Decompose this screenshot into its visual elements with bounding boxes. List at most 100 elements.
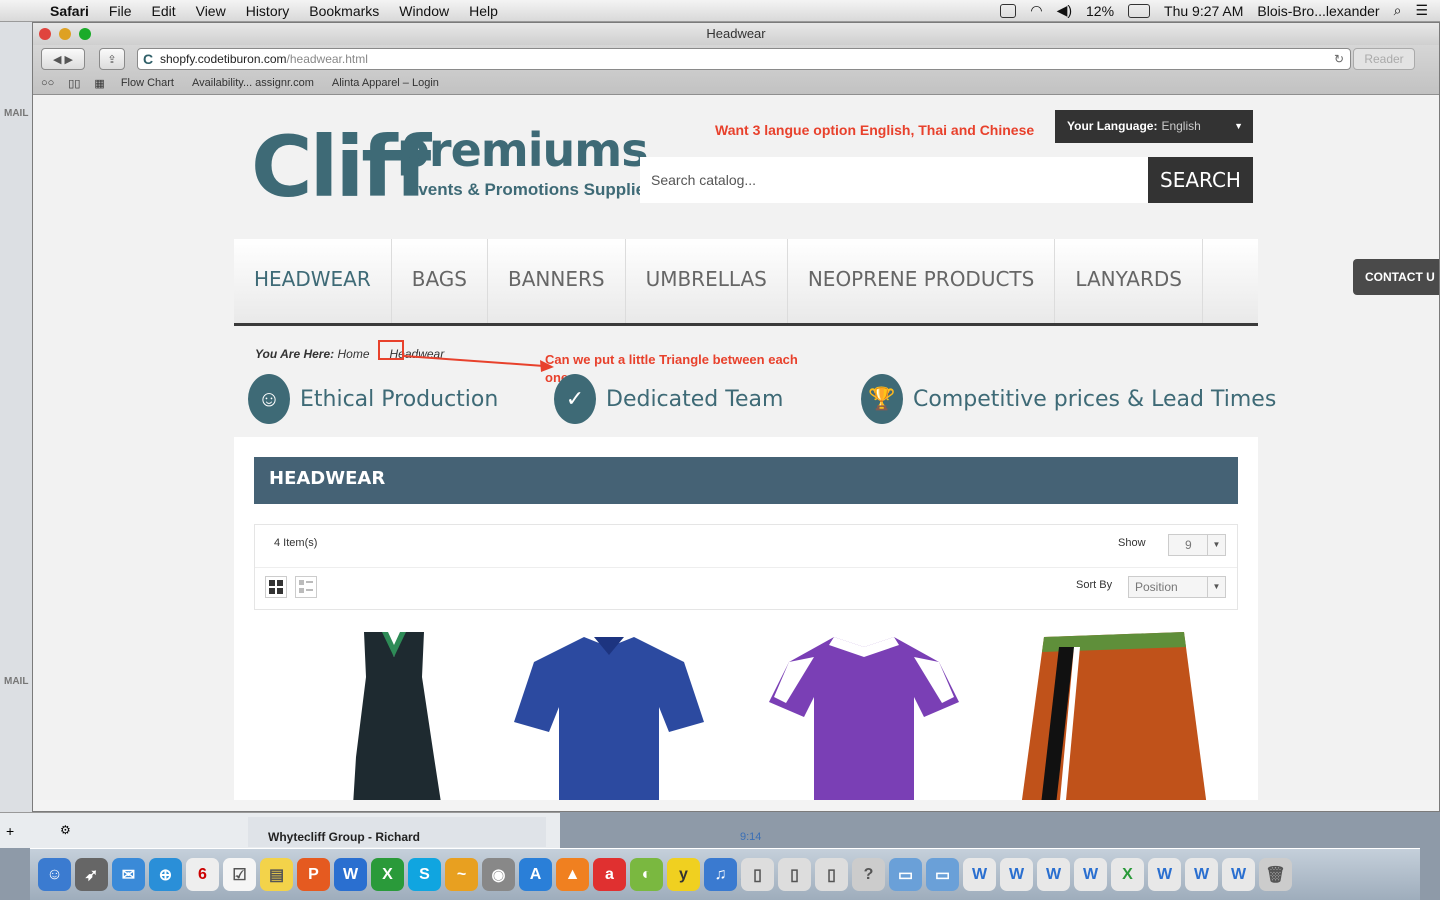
grid-view-icon[interactable]	[265, 576, 287, 598]
annotation-arrow	[404, 355, 554, 372]
sparkle-icon[interactable]: ~	[445, 858, 478, 891]
mail-window-strip: + ⚙ Whytecliff Group - Richard 9:14 AM	[0, 812, 761, 883]
bookmarks-bar: ○○ ▯▯ ▦ Flow Chart Availability... assig…	[33, 73, 1439, 93]
excel-icon[interactable]: X	[371, 858, 404, 891]
back-forward-button[interactable]: ◀ ▶	[41, 48, 85, 70]
product-dress-image[interactable]	[294, 627, 494, 800]
document-icon[interactable]: W	[1222, 858, 1255, 891]
itunes-icon[interactable]: ♫	[704, 858, 737, 891]
nav-lanyards[interactable]: LANYARDS	[1055, 239, 1203, 323]
mail-label-bottom: MAIL	[4, 676, 29, 687]
close-icon[interactable]	[39, 28, 51, 40]
menu-bar: Safari File Edit View History Bookmarks …	[0, 0, 1440, 22]
breadcrumb-home[interactable]: Home	[337, 347, 369, 361]
document-icon[interactable]: W	[963, 858, 996, 891]
trash-icon[interactable]: 🗑	[1259, 858, 1292, 891]
document-icon[interactable]: X	[1111, 858, 1144, 891]
powerpoint-icon[interactable]: P	[297, 858, 330, 891]
menu-file[interactable]: File	[99, 3, 142, 19]
language-selector[interactable]: Your Language: English ▼	[1055, 110, 1253, 143]
finder-icon[interactable]: ☺	[38, 858, 71, 891]
share-icon[interactable]: ⇪	[99, 48, 125, 70]
feature-ethical: ☺ Ethical Production	[248, 374, 498, 424]
address-bar[interactable]: C shopfy.codetiburon.com/headwear.html ↻	[137, 48, 1351, 70]
document-icon[interactable]: W	[1074, 858, 1107, 891]
mail-list-item[interactable]: Whytecliff Group - Richard 9:14 AM	[248, 817, 761, 883]
vlc-icon[interactable]: ▲	[556, 858, 589, 891]
search-button[interactable]: SEARCH	[1148, 157, 1253, 203]
bookmark-flow-chart[interactable]: Flow Chart	[119, 77, 176, 89]
reminders-icon[interactable]: ☑	[223, 858, 256, 891]
menu-view[interactable]: View	[186, 3, 236, 19]
list-icon[interactable]: ☰	[1415, 2, 1428, 19]
airtel-icon[interactable]: a	[593, 858, 626, 891]
app-store-icon[interactable]: A	[519, 858, 552, 891]
item-count: 4 Item(s)	[274, 537, 318, 549]
product-tee-image[interactable]	[764, 627, 964, 800]
nav-headwear[interactable]: HEADWEAR	[234, 239, 392, 323]
reload-icon[interactable]: ↻	[1334, 49, 1344, 69]
word-icon[interactable]: W	[334, 858, 367, 891]
spotlight-icon[interactable]: ⌕	[1394, 2, 1402, 19]
show-select[interactable]: 9 ▼	[1168, 534, 1226, 556]
favicon-icon: C	[143, 51, 154, 67]
stickies-icon[interactable]: ▤	[260, 858, 293, 891]
document-icon[interactable]: W	[1037, 858, 1070, 891]
nav-bags[interactable]: BAGS	[392, 239, 488, 323]
menu-history[interactable]: History	[236, 3, 300, 19]
product-skirt-image[interactable]	[1014, 627, 1214, 800]
site-logo[interactable]: Cliff premiums Events & Promotions Suppl…	[251, 124, 652, 210]
document-icon[interactable]: W	[1148, 858, 1181, 891]
preview-icon[interactable]: ◉	[482, 858, 515, 891]
bookmark-availability[interactable]: Availability... assignr.com	[190, 77, 316, 89]
pdf-file-icon[interactable]: ▯	[815, 858, 848, 891]
menu-app[interactable]: Safari	[40, 3, 99, 19]
main-nav: HEADWEAR BAGS BANNERS UMBRELLAS NEOPRENE…	[234, 239, 1258, 326]
clock[interactable]: Thu 9:27 AM	[1164, 3, 1243, 19]
sort-label: Sort By	[1076, 579, 1113, 591]
contact-tab[interactable]: CONTACT U	[1353, 259, 1439, 295]
url-host: shopfy.codetiburon.com	[160, 52, 287, 66]
launchpad-icon[interactable]: ➶	[75, 858, 108, 891]
volume-icon[interactable]: ◀)	[1057, 2, 1072, 19]
menu-window[interactable]: Window	[389, 3, 459, 19]
search-input[interactable]: Search catalog...	[640, 157, 1150, 203]
zoom-icon[interactable]	[79, 28, 91, 40]
safari-icon[interactable]: ⊕	[149, 858, 182, 891]
unknown-icon[interactable]: ?	[852, 858, 885, 891]
calendar-icon[interactable]: 6	[186, 858, 219, 891]
reading-list-icon[interactable]: ○○	[41, 77, 54, 89]
nav-umbrellas[interactable]: UMBRELLAS	[626, 239, 788, 323]
photo-icon[interactable]: ◐	[630, 858, 663, 891]
minimize-icon[interactable]	[59, 28, 71, 40]
folder-icon[interactable]: ▭	[926, 858, 959, 891]
menu-edit[interactable]: Edit	[141, 3, 185, 19]
reader-button[interactable]: Reader	[1353, 48, 1415, 70]
battery-icon[interactable]	[1128, 3, 1151, 18]
skype-icon[interactable]: S	[408, 858, 441, 891]
document-icon[interactable]: W	[1000, 858, 1033, 891]
status-icon[interactable]	[1000, 3, 1017, 18]
menu-help[interactable]: Help	[459, 3, 508, 19]
wifi-icon[interactable]: ◠	[1030, 2, 1042, 19]
top-sites-icon[interactable]: ▦	[94, 77, 104, 90]
document-icon[interactable]: W	[1185, 858, 1218, 891]
user-name[interactable]: Blois-Bro...lexander	[1257, 3, 1379, 19]
add-icon[interactable]: +	[6, 823, 14, 839]
menu-bookmarks[interactable]: Bookmarks	[299, 3, 389, 19]
bookmark-alinta[interactable]: Alinta Apparel – Login	[330, 77, 441, 89]
bookmarks-icon[interactable]: ▯▯	[68, 77, 80, 90]
optus-icon[interactable]: y	[667, 858, 700, 891]
breadcrumb-label: You Are Here:	[255, 347, 335, 361]
sort-select[interactable]: Position ▼	[1128, 576, 1226, 598]
gear-icon[interactable]: ⚙	[60, 823, 71, 837]
png-file-icon[interactable]: ▯	[778, 858, 811, 891]
xls-file-icon[interactable]: ▯	[741, 858, 774, 891]
nav-banners[interactable]: BANNERS	[488, 239, 626, 323]
list-view-icon[interactable]	[295, 576, 317, 598]
annotation-language: Want 3 langue option English, Thai and C…	[715, 122, 1035, 138]
nav-neoprene[interactable]: NEOPRENE PRODUCTS	[788, 239, 1056, 323]
mail-icon[interactable]: ✉	[112, 858, 145, 891]
product-polo-image[interactable]	[509, 627, 709, 800]
folder-icon[interactable]: ▭	[889, 858, 922, 891]
